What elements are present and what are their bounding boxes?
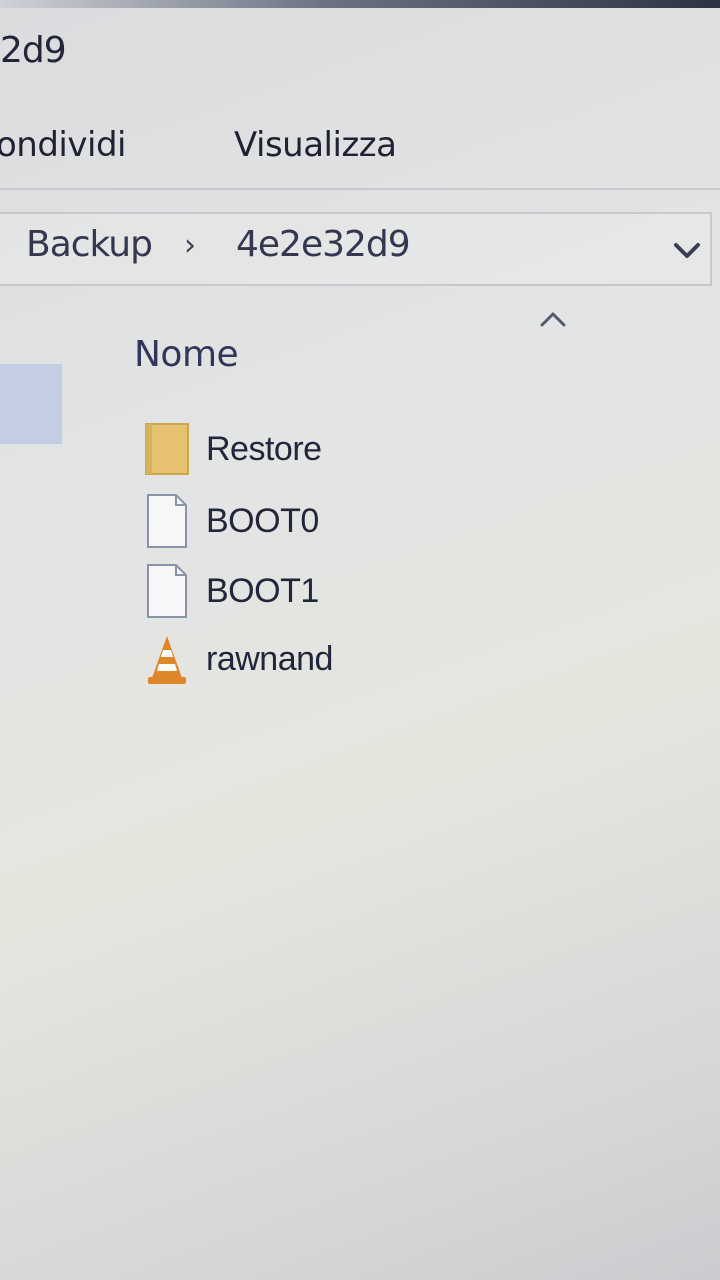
- ribbon-divider: [0, 188, 720, 190]
- breadcrumb-separator-icon[interactable]: ›: [184, 228, 196, 263]
- file-row-restore[interactable]: Restore: [144, 420, 704, 484]
- tab-view[interactable]: Visualizza: [234, 125, 397, 165]
- navigation-pane-selected-item[interactable]: [0, 364, 62, 444]
- address-bar[interactable]: Backup › 4e2e32d9: [0, 212, 712, 286]
- chevron-down-icon[interactable]: [670, 234, 704, 268]
- file-row-rawnand[interactable]: rawnand: [144, 630, 704, 694]
- window-title: 2d9: [0, 30, 67, 71]
- vlc-cone-icon: [144, 630, 190, 688]
- file-name: rawnand: [206, 640, 333, 678]
- breadcrumb-backup[interactable]: Backup: [26, 224, 153, 265]
- file-icon: [144, 562, 190, 620]
- chevron-up-icon: [538, 308, 568, 330]
- folder-icon: [144, 420, 190, 478]
- file-icon: [144, 492, 190, 550]
- file-row-boot1[interactable]: BOOT1: [144, 562, 704, 626]
- file-name: BOOT0: [206, 502, 319, 540]
- file-name: BOOT1: [206, 572, 319, 610]
- file-row-boot0[interactable]: BOOT0: [144, 492, 704, 556]
- ribbon: 2d9 ondividi Visualizza: [0, 0, 720, 190]
- breadcrumb-current-folder[interactable]: 4e2e32d9: [236, 224, 411, 265]
- tab-share[interactable]: ondividi: [0, 125, 126, 165]
- file-name: Restore: [206, 430, 322, 468]
- column-header-name[interactable]: Nome: [134, 334, 239, 375]
